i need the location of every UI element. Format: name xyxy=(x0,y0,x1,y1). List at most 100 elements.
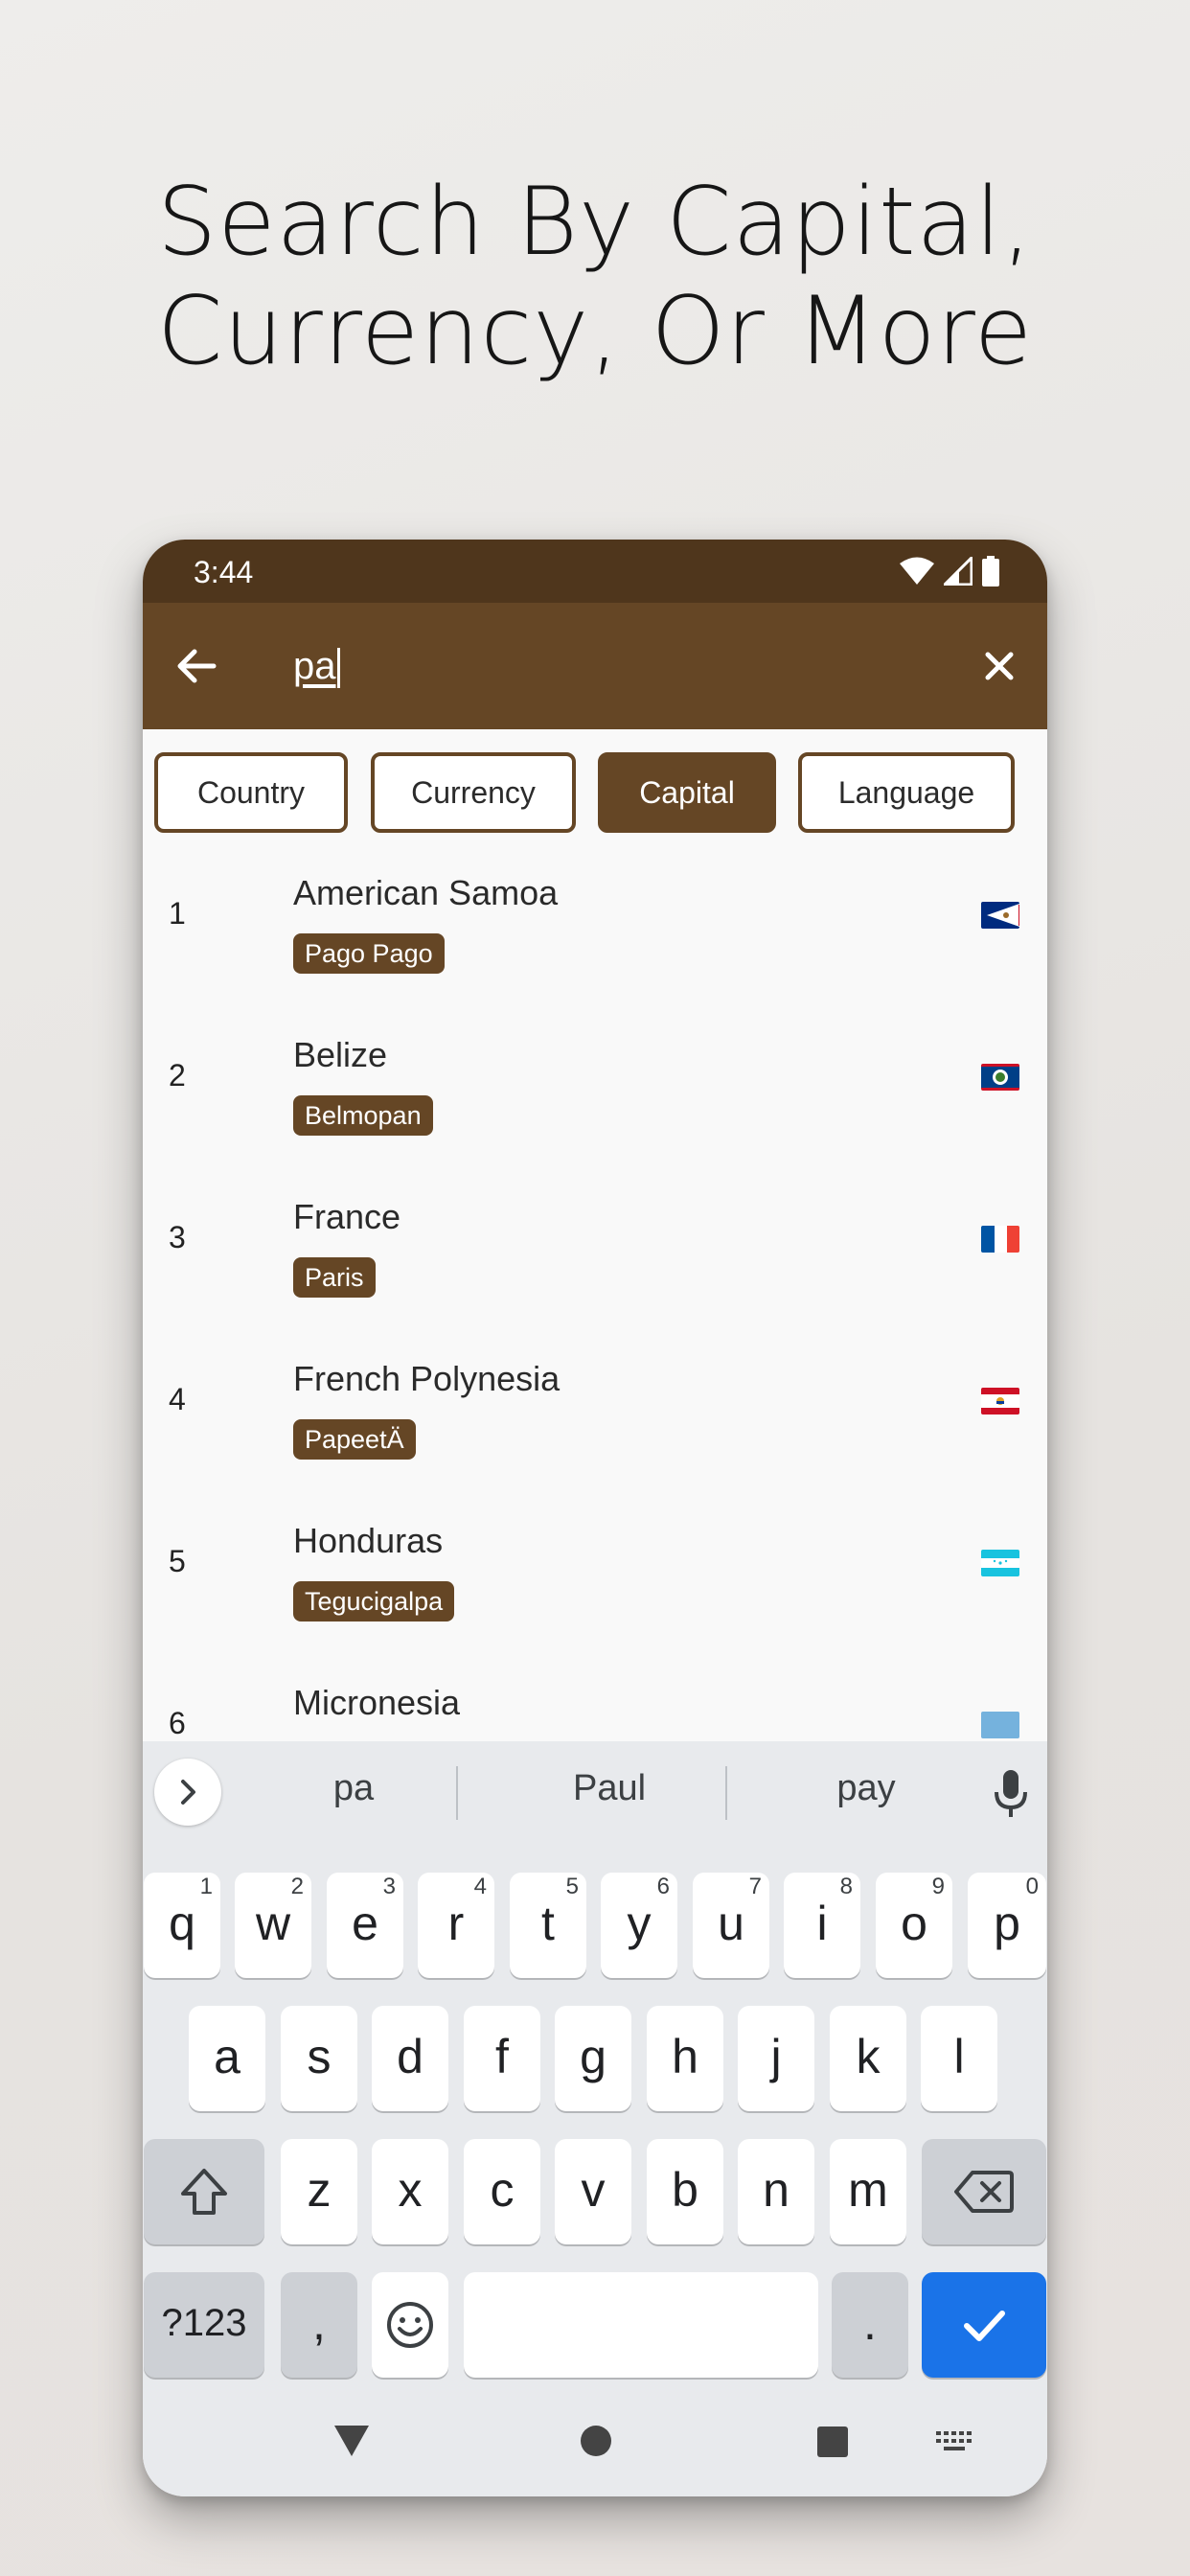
key-label: t xyxy=(541,1897,555,1950)
microphone-icon[interactable] xyxy=(992,1766,1030,1820)
key-g[interactable]: g xyxy=(555,2006,631,2111)
suggestion-strip: pa Paul pay xyxy=(143,1741,1047,1841)
suggestion-1[interactable]: pa xyxy=(229,1768,478,1809)
battery-icon xyxy=(982,556,999,586)
result-capital-badge: Tegucigalpa xyxy=(293,1581,455,1622)
search-query-text: pa xyxy=(293,645,336,687)
key-i[interactable]: 8i xyxy=(784,1873,860,1978)
key-h[interactable]: h xyxy=(647,2006,723,2111)
key-b[interactable]: b xyxy=(647,2139,723,2244)
emoji-key[interactable] xyxy=(372,2272,448,2378)
key-s[interactable]: s xyxy=(281,2006,357,2111)
status-bar: 3:44 xyxy=(143,540,1047,603)
result-country: American Samoa xyxy=(293,873,559,912)
result-country: Micronesia xyxy=(293,1683,461,1722)
shift-key[interactable] xyxy=(144,2139,264,2244)
result-index: 5 xyxy=(169,1544,186,1578)
key-hint: 1 xyxy=(199,1874,213,1899)
key-label: q xyxy=(169,1897,195,1950)
result-row[interactable]: 3 France Paris xyxy=(143,1157,1047,1319)
result-index: 6 xyxy=(169,1706,186,1740)
key-p[interactable]: 0p xyxy=(968,1873,1046,1978)
key-label: e xyxy=(352,1897,378,1950)
result-capital-badge: Paris xyxy=(293,1257,376,1298)
key-a[interactable]: a xyxy=(189,2006,265,2111)
arrow-back-icon[interactable] xyxy=(170,639,223,693)
search-input[interactable]: pa xyxy=(293,639,340,693)
suggestion-3[interactable]: pay xyxy=(742,1768,991,1809)
key-q[interactable]: 1q xyxy=(144,1873,220,1978)
filter-chip-language[interactable]: Language xyxy=(798,752,1015,833)
key-hint: 0 xyxy=(1025,1874,1039,1899)
nav-back-icon[interactable] xyxy=(332,2424,371,2458)
expand-toolbar-button[interactable] xyxy=(154,1759,221,1826)
france-flag-icon xyxy=(981,1226,1019,1253)
status-time: 3:44 xyxy=(194,555,254,589)
key-z[interactable]: z xyxy=(281,2139,357,2244)
result-row[interactable]: 4 French Polynesia PapeetÄ xyxy=(143,1319,1047,1481)
key-hint: 3 xyxy=(382,1874,396,1899)
french-polynesia-flag-icon xyxy=(981,1388,1019,1414)
filter-chips: Country Currency Capital Language xyxy=(143,752,1047,833)
shift-icon xyxy=(181,2169,227,2215)
result-index: 3 xyxy=(169,1220,186,1254)
key-e[interactable]: 3e xyxy=(327,1873,403,1978)
key-c[interactable]: c xyxy=(464,2139,540,2244)
key-r[interactable]: 4r xyxy=(418,1873,494,1978)
key-o[interactable]: 9o xyxy=(876,1873,952,1978)
keyboard-switch-icon[interactable] xyxy=(936,2431,974,2454)
phone-screen: 3:44 pa Country Currency Capital Languag… xyxy=(143,540,1047,2496)
soft-keyboard: pa Paul pay 1q 2w 3e 4r 5t 6y 7u 8i 9o 0… xyxy=(143,1741,1047,2496)
key-x[interactable]: x xyxy=(372,2139,448,2244)
result-index: 1 xyxy=(169,896,186,931)
symbols-key[interactable]: ?123 xyxy=(144,2272,264,2378)
key-k[interactable]: k xyxy=(830,2006,906,2111)
key-label: y xyxy=(627,1897,652,1950)
result-row[interactable]: 5 Honduras Tegucigalpa xyxy=(143,1481,1047,1643)
backspace-key[interactable] xyxy=(922,2139,1046,2244)
american-samoa-flag-icon xyxy=(981,902,1019,929)
key-f[interactable]: f xyxy=(464,2006,540,2111)
period-key[interactable]: . xyxy=(832,2272,908,2378)
key-n[interactable]: n xyxy=(738,2139,814,2244)
nav-recents-icon[interactable] xyxy=(816,2426,849,2458)
result-country: France xyxy=(293,1197,401,1236)
filter-chip-country[interactable]: Country xyxy=(154,752,348,833)
result-country: French Polynesia xyxy=(293,1359,561,1398)
key-l[interactable]: l xyxy=(921,2006,997,2111)
key-label: p xyxy=(994,1897,1020,1950)
comma-key[interactable]: , xyxy=(281,2272,357,2378)
space-key[interactable] xyxy=(464,2272,818,2378)
filter-chip-currency[interactable]: Currency xyxy=(371,752,576,833)
filter-chip-capital[interactable]: Capital xyxy=(598,752,776,833)
close-icon[interactable] xyxy=(973,639,1026,693)
key-u[interactable]: 7u xyxy=(693,1873,769,1978)
nav-home-icon[interactable] xyxy=(579,2424,613,2458)
checkmark-icon xyxy=(964,2311,1005,2341)
result-row[interactable]: 1 American Samoa Pago Pago xyxy=(143,833,1047,995)
key-hint: 8 xyxy=(839,1874,853,1899)
key-w[interactable]: 2w xyxy=(235,1873,311,1978)
key-m[interactable]: m xyxy=(830,2139,906,2244)
headline: Search By Capital, Currency, Or More xyxy=(0,168,1190,386)
result-capital-badge: PapeetÄ xyxy=(293,1419,416,1460)
key-j[interactable]: j xyxy=(738,2006,814,2111)
key-y[interactable]: 6y xyxy=(601,1873,677,1978)
key-hint: 4 xyxy=(473,1874,487,1899)
done-key[interactable] xyxy=(922,2272,1046,2378)
key-hint: 7 xyxy=(748,1874,762,1899)
backspace-icon xyxy=(954,2171,1014,2213)
result-index: 4 xyxy=(169,1382,186,1416)
key-t[interactable]: 5t xyxy=(510,1873,586,1978)
suggestion-2[interactable]: Paul xyxy=(485,1768,734,1809)
result-index: 2 xyxy=(169,1058,186,1092)
key-hint: 5 xyxy=(565,1874,579,1899)
search-app-bar: pa xyxy=(143,603,1047,729)
key-d[interactable]: d xyxy=(372,2006,448,2111)
headline-line-2: Currency, Or More xyxy=(156,277,1034,386)
chevron-right-icon xyxy=(181,1780,195,1805)
result-row[interactable]: 2 Belize Belmopan xyxy=(143,995,1047,1157)
key-label: w xyxy=(255,1897,291,1950)
result-country: Honduras xyxy=(293,1521,444,1560)
key-v[interactable]: v xyxy=(555,2139,631,2244)
